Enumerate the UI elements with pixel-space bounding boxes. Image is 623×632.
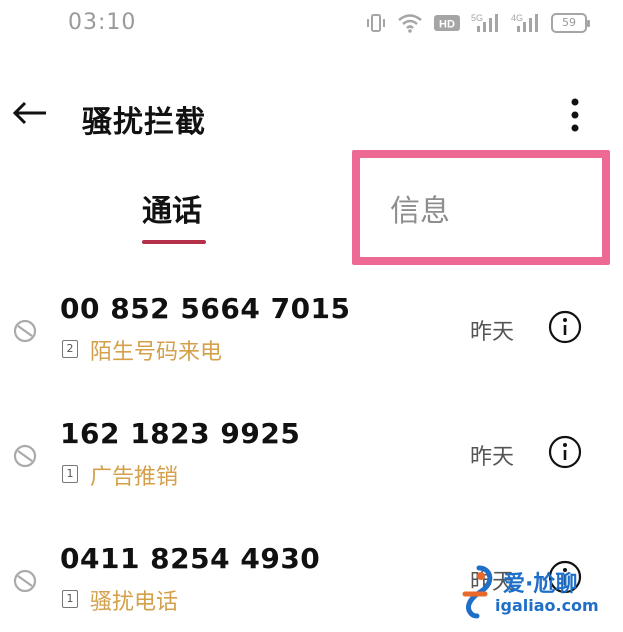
- more-vertical-icon: [570, 98, 580, 136]
- call-number: 162 1823 9925: [60, 417, 301, 450]
- more-options-button[interactable]: [555, 95, 595, 139]
- sim-card-icon: 1: [62, 465, 78, 483]
- watermark: 爱·尬聊 igaliao.com: [455, 562, 623, 632]
- blocked-icon: [12, 318, 38, 344]
- highlight-annotation-box: [352, 150, 610, 265]
- wifi-icon: [397, 12, 423, 34]
- call-row[interactable]: 00 852 5664 7015 2 陌生号码来电 昨天: [0, 280, 623, 390]
- status-icons: HD 5G 4G 59: [365, 12, 590, 34]
- page-title: 骚扰拦截: [82, 105, 206, 140]
- blocked-icon: [12, 568, 38, 594]
- svg-text:5G: 5G: [471, 13, 483, 23]
- status-bar: 03:10 HD 5G 4G 59: [0, 0, 623, 52]
- vibrate-icon: [365, 12, 387, 34]
- sim-card-icon: 2: [62, 340, 78, 358]
- app-header: 骚扰拦截: [0, 85, 623, 149]
- back-button[interactable]: [8, 93, 52, 137]
- signal-5g-icon: 5G: [471, 12, 501, 34]
- watermark-text: 爱·尬聊: [503, 572, 578, 597]
- call-number: 00 852 5664 7015: [60, 292, 351, 325]
- call-number: 0411 8254 4930: [60, 542, 321, 575]
- watermark-logo-icon: [459, 564, 499, 624]
- blocked-icon: [12, 443, 38, 469]
- call-row[interactable]: 162 1823 9925 1 广告推销 昨天: [0, 405, 623, 515]
- call-tag: 骚扰电话: [90, 590, 179, 615]
- arrow-left-icon: [12, 101, 48, 129]
- svg-text:4G: 4G: [511, 13, 523, 23]
- info-icon[interactable]: [548, 435, 582, 469]
- sim-card-icon: 1: [62, 590, 78, 608]
- info-icon[interactable]: [548, 310, 582, 344]
- battery-icon: 59: [551, 13, 590, 33]
- tab-active-indicator: [142, 240, 206, 244]
- call-tag: 广告推销: [90, 465, 179, 490]
- watermark-url: igaliao.com: [495, 596, 599, 615]
- call-time: 昨天: [470, 445, 515, 470]
- tab-calls[interactable]: 通话: [142, 186, 202, 230]
- status-time: 03:10: [68, 10, 137, 35]
- svg-text:HD: HD: [439, 19, 455, 31]
- call-time: 昨天: [470, 320, 515, 345]
- hd-icon: HD: [433, 13, 461, 33]
- call-tag: 陌生号码来电: [90, 340, 223, 365]
- signal-4g-icon: 4G: [511, 12, 541, 34]
